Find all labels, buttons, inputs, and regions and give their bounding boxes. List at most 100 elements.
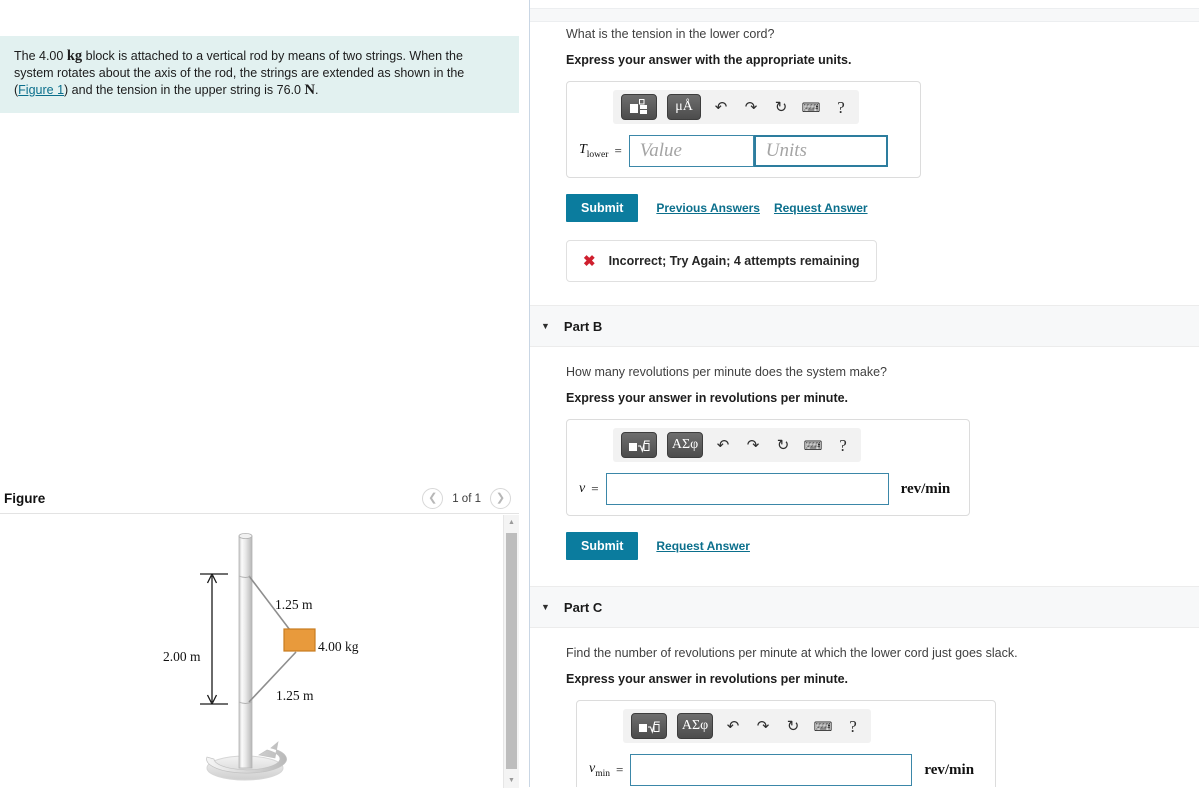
part-b-instruction: Express your answer in revolutions per m… xyxy=(566,391,849,405)
reset-icon[interactable]: ↻ xyxy=(783,715,803,737)
part-c-answer-box: ΑΣφ ↶ ↷ ↻ ⌨ ? νmin = rev/min xyxy=(576,700,996,787)
keyboard-icon[interactable]: ⌨ xyxy=(813,715,833,737)
keyboard-icon[interactable]: ⌨ xyxy=(803,434,823,456)
help-icon[interactable]: ? xyxy=(831,96,851,118)
redo-icon[interactable]: ↷ xyxy=(741,96,761,118)
part-a-value-input[interactable] xyxy=(628,135,754,167)
part-b-value-input[interactable] xyxy=(605,473,889,505)
square-root-template-icon xyxy=(629,439,650,453)
figure-header: Figure ❮ 1 of 1 ❯ xyxy=(0,484,519,513)
part-a-previous-answers-link[interactable]: Previous Answers xyxy=(656,201,760,215)
scrollbar-thumb[interactable] xyxy=(506,533,517,769)
scroll-down-button[interactable]: ▼ xyxy=(504,773,519,788)
problem-unit-kg: kg xyxy=(66,48,83,64)
part-a-variable-subscript: lower xyxy=(586,149,609,160)
problem-unit-n: N xyxy=(304,82,315,98)
part-c-value-input[interactable] xyxy=(630,754,913,786)
figure-label-upper-cord: 1.25 m xyxy=(275,597,313,612)
part-a-question: What is the tension in the lower cord? xyxy=(566,27,775,41)
scroll-up-button[interactable]: ▲ xyxy=(504,515,519,530)
chevron-right-icon: ❯ xyxy=(495,492,506,504)
problem-text-part3: ) and the tension in the upper string is… xyxy=(64,83,305,97)
problem-text-part1: The 4.00 xyxy=(14,49,67,63)
sqrt-template-button[interactable] xyxy=(631,713,667,739)
part-c-variable-subscript: min xyxy=(595,768,610,779)
figure-diagram xyxy=(200,532,316,781)
part-b-unit-suffix: rev/min xyxy=(900,480,951,497)
part-a-submit-button[interactable]: Submit xyxy=(566,194,639,222)
figure-scrollbar[interactable]: ▲ ▼ xyxy=(503,515,519,788)
mu-angstrom-icon: μÅ xyxy=(675,99,693,114)
reset-icon[interactable]: ↻ xyxy=(773,434,793,456)
figure-next-button[interactable]: ❯ xyxy=(490,488,511,509)
chevron-down-icon: ▼ xyxy=(541,321,550,331)
part-b-request-answer-link[interactable]: Request Answer xyxy=(656,539,750,553)
figure-prev-button[interactable]: ❮ xyxy=(422,488,444,509)
part-b-label: Part B xyxy=(563,318,603,334)
keyboard-icon[interactable]: ⌨ xyxy=(801,96,821,118)
figure-label-lower-cord: 1.25 m xyxy=(276,688,314,703)
part-b-toolbar: ΑΣφ ↶ ↷ ↻ ⌨ ? xyxy=(613,428,861,462)
undo-icon[interactable]: ↶ xyxy=(723,715,743,737)
part-b-question: How many revolutions per minute does the… xyxy=(566,365,887,379)
undo-icon[interactable]: ↶ xyxy=(711,96,731,118)
part-a-variable-label: Tlower xyxy=(579,142,608,160)
part-c-unit-suffix: rev/min xyxy=(924,761,975,778)
part-b-submit-button[interactable]: Submit xyxy=(566,532,639,560)
part-c-label: Part C xyxy=(563,599,603,615)
undo-icon[interactable]: ↶ xyxy=(713,434,733,456)
template-matrix-icon xyxy=(630,98,647,114)
part-c-header[interactable]: ▼ Part C xyxy=(530,586,1199,628)
figure-body: 2.00 m 1.25 m 1.25 m 4.00 kg ▲ ▼ xyxy=(0,513,519,788)
part-b-answer-box: ΑΣφ ↶ ↷ ↻ ⌨ ? ν = rev/min xyxy=(566,419,970,516)
part-a-header-strip[interactable] xyxy=(530,8,1199,22)
figure-label-height: 2.00 m xyxy=(163,649,201,664)
square-root-template-icon xyxy=(639,720,660,734)
part-b-variable-label: ν xyxy=(579,481,586,496)
part-b-equals-sign: = xyxy=(591,481,599,496)
redo-icon[interactable]: ↷ xyxy=(743,434,763,456)
part-c-toolbar: ΑΣφ ↶ ↷ ↻ ⌨ ? xyxy=(623,709,871,743)
triangle-up-icon: ▲ xyxy=(508,519,515,526)
sqrt-template-button[interactable] xyxy=(621,432,657,458)
greek-letters-icon: ΑΣφ xyxy=(671,437,699,452)
greek-symbols-button[interactable]: ΑΣφ xyxy=(667,432,703,458)
part-a-variable: T xyxy=(579,142,587,158)
greek-letters-icon: ΑΣφ xyxy=(681,718,709,733)
help-icon[interactable]: ? xyxy=(833,434,853,456)
part-c-body: Find the number of revolutions per minut… xyxy=(566,646,1186,787)
chevron-down-icon: ▼ xyxy=(541,602,550,612)
figure-1-link[interactable]: Figure 1 xyxy=(18,83,64,97)
error-x-icon: ✖ xyxy=(583,253,596,270)
part-b-header[interactable]: ▼ Part B xyxy=(530,305,1199,347)
part-a-units-input[interactable] xyxy=(753,135,888,167)
part-c-question: Find the number of revolutions per minut… xyxy=(566,646,1018,660)
greek-symbols-button[interactable]: ΑΣφ xyxy=(677,713,713,739)
part-b-body: How many revolutions per minute does the… xyxy=(566,365,1166,560)
part-a-request-answer-link[interactable]: Request Answer xyxy=(774,201,868,215)
triangle-down-icon: ▼ xyxy=(508,777,515,784)
help-icon[interactable]: ? xyxy=(843,715,863,737)
part-c-field-row: νmin = rev/min xyxy=(589,754,983,786)
reset-icon[interactable]: ↻ xyxy=(771,96,791,118)
part-a-answer-box: μÅ ↶ ↷ ↻ ⌨ ? Tlower = xyxy=(566,81,921,178)
figure-page-count: 1 of 1 xyxy=(452,492,481,505)
part-b-submit-row: Submit Request Answer xyxy=(566,532,1166,560)
part-a-submit-row: Submit Previous Answers Request Answer xyxy=(566,194,1166,222)
page-root: The 4.00 kg block is attached to a verti… xyxy=(0,0,1200,788)
problem-statement-text: The 4.00 kg block is attached to a verti… xyxy=(14,48,505,99)
part-a-field-row: Tlower = xyxy=(579,135,908,167)
figure-panel-title: Figure xyxy=(4,491,46,506)
part-a-equals-sign: = xyxy=(614,143,622,158)
part-a-feedback-text: Incorrect; Try Again; 4 attempts remaini… xyxy=(608,254,860,268)
problem-figure-pane: The 4.00 kg block is attached to a verti… xyxy=(0,0,530,788)
template-matrix-button[interactable] xyxy=(621,94,657,120)
part-a-body: What is the tension in the lower cord? E… xyxy=(566,27,1166,282)
figure-pagination: ❮ 1 of 1 ❯ xyxy=(422,488,511,509)
part-b-field-row: ν = rev/min xyxy=(579,473,957,505)
redo-icon[interactable]: ↷ xyxy=(753,715,773,737)
problem-text-part4: . xyxy=(314,83,319,97)
units-button[interactable]: μÅ xyxy=(667,94,701,120)
chevron-left-icon: ❮ xyxy=(428,492,438,504)
answer-pane: What is the tension in the lower cord? E… xyxy=(530,0,1199,787)
